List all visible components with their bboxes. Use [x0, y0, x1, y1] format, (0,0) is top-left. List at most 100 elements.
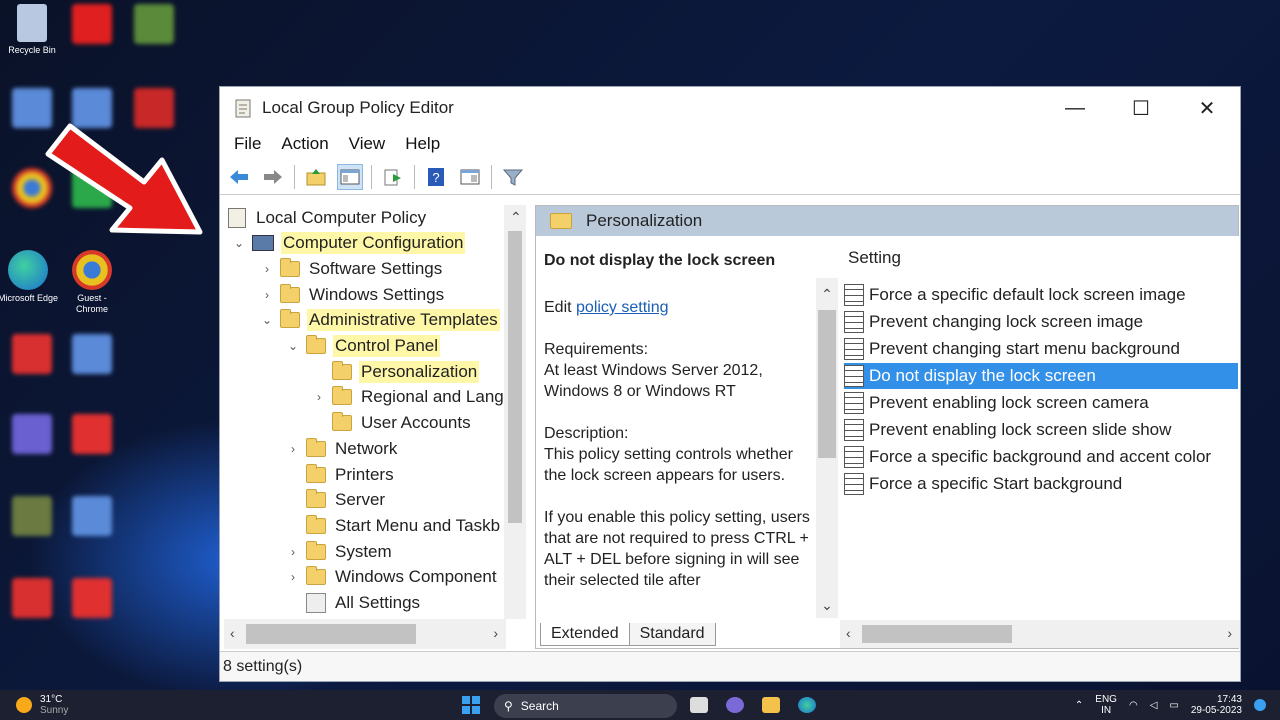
setting-row[interactable]: Do not display the lock screen	[844, 363, 1238, 389]
tree-horizontal-scrollbar[interactable]: ‹ ›	[224, 619, 506, 649]
clock[interactable]: 17:43 29-05-2023	[1191, 694, 1242, 716]
show-hide-tree-icon[interactable]	[337, 163, 363, 190]
task-view-icon[interactable]	[690, 697, 708, 713]
tree-item[interactable]: All Settings	[286, 591, 422, 616]
chevron-right-icon[interactable]: ›	[260, 288, 274, 302]
minimize-button[interactable]: —	[1042, 87, 1108, 129]
setting-row[interactable]: Force a specific default lock screen ima…	[844, 282, 1238, 308]
taskbar-search[interactable]: ⚲ Search	[494, 694, 677, 718]
policy-setting-link[interactable]: policy setting	[576, 299, 669, 316]
chevron-right-icon[interactable]: ›	[286, 442, 300, 456]
tree-item[interactable]: › Windows Settings	[260, 282, 446, 307]
tree-item[interactable]: Server	[286, 488, 387, 513]
tab-extended[interactable]: Extended	[540, 623, 630, 646]
wifi-icon[interactable]: ◠	[1129, 700, 1138, 711]
tree-pane: Local Computer Policy ⌄ Computer Configura…	[224, 205, 526, 619]
file-explorer-icon[interactable]	[762, 697, 780, 713]
desktop-file-icon[interactable]	[122, 4, 186, 47]
setting-label: Force a specific default lock screen ima…	[869, 285, 1186, 304]
tree-item-label: Administrative Templates	[307, 309, 500, 332]
setting-label: Prevent enabling lock screen camera	[869, 393, 1149, 412]
tree-item-label: Control Panel	[333, 335, 441, 357]
desktop-file-icon[interactable]	[60, 578, 124, 621]
chevron-down-icon[interactable]: ⌄	[260, 313, 274, 327]
tree-item[interactable]: Local Computer Policy	[228, 205, 428, 230]
chevron-down-icon[interactable]: ⌄	[286, 339, 300, 353]
tree-item[interactable]: ⌄ Administrative Templates	[260, 308, 500, 333]
chevron-right-icon[interactable]: ›	[312, 390, 326, 404]
close-button[interactable]: ✕	[1174, 87, 1240, 129]
chevron-right-icon[interactable]: ›	[286, 545, 300, 559]
recycle-bin-icon[interactable]: Recycle Bin	[0, 4, 64, 56]
chat-icon[interactable]	[726, 697, 744, 713]
list-horizontal-scrollbar[interactable]: ‹ ›	[840, 620, 1240, 648]
tree-item[interactable]: ⌄ Computer Configuration	[232, 231, 466, 256]
export-list-icon[interactable]	[380, 164, 406, 190]
edge-icon[interactable]: Microsoft Edge	[0, 250, 60, 304]
title-bar[interactable]: Local Group Policy Editor — ☐ ✕	[220, 87, 1240, 129]
up-folder-icon[interactable]	[303, 164, 329, 190]
setting-label: Do not display the lock screen	[869, 366, 1096, 385]
help-icon[interactable]: ?	[423, 164, 449, 190]
setting-row[interactable]: Prevent enabling lock screen camera	[844, 390, 1238, 416]
back-arrow-icon[interactable]	[226, 164, 252, 190]
tab-standard[interactable]: Standard	[628, 623, 716, 646]
chevron-right-icon[interactable]: ›	[286, 570, 300, 584]
desktop-file-icon[interactable]	[60, 334, 124, 377]
tree-item[interactable]: › Windows Component	[286, 565, 499, 590]
language-indicator[interactable]: ENG IN	[1095, 694, 1117, 716]
setting-column-header[interactable]: Setting	[848, 248, 901, 268]
desktop-file-icon[interactable]	[0, 578, 64, 621]
desktop-file-icon[interactable]	[0, 334, 64, 377]
weather-widget[interactable]: 31°C Sunny	[16, 694, 68, 716]
menu-action[interactable]: Action	[281, 134, 328, 154]
start-icon[interactable]	[462, 696, 480, 714]
description-scrollbar[interactable]: ⌃ ⌄	[816, 278, 838, 618]
policy-setting-icon	[844, 473, 864, 495]
menu-help[interactable]: Help	[405, 134, 440, 154]
tree-item[interactable]: › Software Settings	[260, 256, 444, 281]
volume-icon[interactable]: ◁	[1150, 700, 1158, 711]
tree-item[interactable]: User Accounts	[312, 411, 473, 436]
properties-icon[interactable]	[457, 164, 483, 190]
setting-row[interactable]: Force a specific background and accent c…	[844, 444, 1238, 470]
desktop-file-icon[interactable]	[0, 414, 64, 457]
chevron-right-icon[interactable]: ›	[260, 262, 274, 276]
setting-row[interactable]: Prevent changing lock screen image	[844, 309, 1238, 335]
maximize-button[interactable]: ☐	[1108, 87, 1174, 129]
notification-icon[interactable]	[1254, 699, 1266, 711]
taskbar: 31°C Sunny ⚲ Search ⌃ ENG IN ◠ ◁ ▭ 17:43 29-…	[0, 690, 1280, 720]
setting-label: Force a specific background and accent c…	[869, 447, 1212, 466]
window-title: Local Group Policy Editor	[262, 98, 454, 117]
tree-item[interactable]: Personalization	[312, 359, 480, 384]
edge-taskbar-icon[interactable]	[798, 697, 816, 713]
tree-item[interactable]: › Regional and Lang	[312, 385, 506, 410]
folder-icon	[332, 386, 352, 406]
tree-item[interactable]: Start Menu and Taskb	[286, 513, 502, 538]
setting-row[interactable]: Prevent changing start menu background	[844, 336, 1238, 362]
desktop-file-icon[interactable]	[0, 496, 64, 539]
forward-arrow-icon[interactable]	[260, 164, 286, 190]
tree-item-label: Network	[335, 438, 398, 458]
menu-view[interactable]: View	[349, 134, 386, 154]
folder-icon	[332, 360, 352, 380]
menu-file[interactable]: File	[234, 134, 261, 154]
status-bar: 8 setting(s)	[220, 651, 1240, 681]
filter-icon[interactable]	[500, 164, 526, 190]
desktop-file-icon[interactable]	[60, 4, 124, 47]
tree-item[interactable]: Printers	[286, 462, 396, 487]
description-block: Description: This policy setting controls…	[544, 425, 793, 484]
tree-item[interactable]: ⌄ Control Panel	[286, 334, 441, 359]
setting-row[interactable]: Prevent enabling lock screen slide show	[844, 417, 1238, 443]
setting-row[interactable]: Force a specific Start background	[844, 471, 1238, 497]
battery-icon[interactable]: ▭	[1169, 700, 1178, 711]
tree-item[interactable]: › Network	[286, 436, 399, 461]
guest-chrome-icon[interactable]: Guest - Chrome	[60, 250, 124, 315]
tree-item[interactable]: › System	[286, 539, 394, 564]
chevron-down-icon[interactable]: ⌄	[232, 236, 246, 250]
chevron-up-icon[interactable]: ⌃	[1075, 700, 1083, 711]
desktop-file-icon[interactable]	[60, 496, 124, 539]
tree-vertical-scrollbar[interactable]: ⌃	[504, 205, 526, 619]
desktop-file-icon[interactable]	[60, 414, 124, 457]
policy-icon	[228, 207, 246, 228]
